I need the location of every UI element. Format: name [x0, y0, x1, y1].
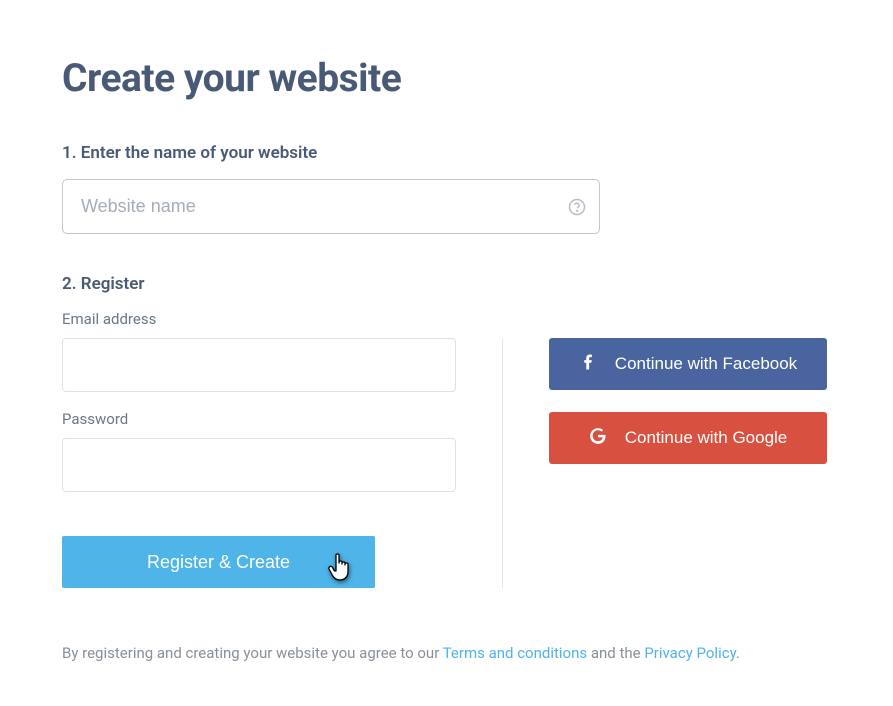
email-field[interactable]	[62, 338, 456, 392]
footer-middle: and the	[587, 644, 644, 662]
continue-google-button[interactable]: Continue with Google	[549, 412, 827, 464]
register-create-button[interactable]: Register & Create	[62, 536, 375, 588]
step2-label: 2. Register	[62, 274, 831, 294]
terms-link[interactable]: Terms and conditions	[443, 644, 587, 662]
page-title: Create your website	[62, 55, 831, 101]
continue-facebook-button[interactable]: Continue with Facebook	[549, 338, 827, 390]
footer-agreement: By registering and creating your website…	[62, 644, 831, 662]
website-name-wrapper	[62, 179, 600, 234]
step1-label: 1. Enter the name of your website	[62, 143, 831, 163]
help-icon[interactable]	[568, 198, 586, 216]
footer-suffix: .	[736, 644, 740, 662]
social-column: Continue with Facebook Continue with Goo…	[549, 310, 831, 588]
google-button-label: Continue with Google	[625, 428, 788, 448]
privacy-link[interactable]: Privacy Policy	[644, 644, 736, 662]
email-label: Email address	[62, 310, 456, 328]
website-name-input[interactable]	[62, 179, 600, 234]
footer-prefix: By registering and creating your website…	[62, 644, 443, 662]
google-icon	[589, 427, 607, 450]
facebook-button-label: Continue with Facebook	[615, 354, 797, 374]
password-label: Password	[62, 410, 456, 428]
vertical-divider	[502, 338, 503, 588]
form-column: Email address Password Register & Create	[62, 310, 456, 588]
register-section: Email address Password Register & Create…	[62, 310, 831, 588]
facebook-icon	[579, 353, 597, 376]
password-field[interactable]	[62, 438, 456, 492]
